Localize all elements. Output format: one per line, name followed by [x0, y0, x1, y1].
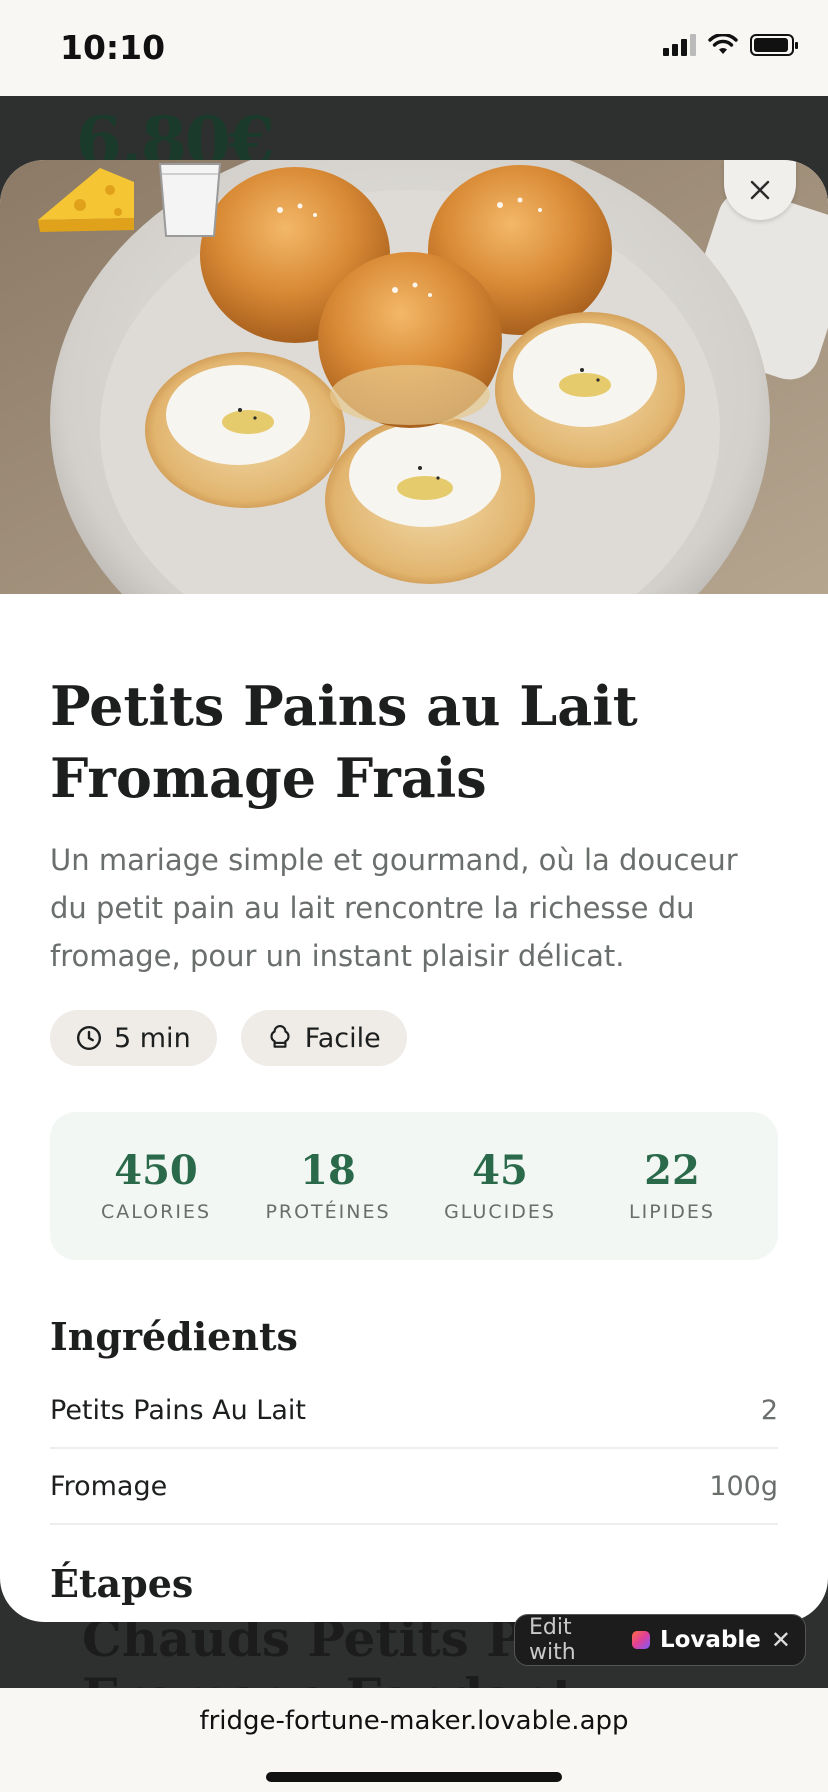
- ingredient-quantity: 2: [760, 1394, 778, 1426]
- recipe-description: Un mariage simple et gourmand, où la dou…: [50, 843, 738, 973]
- difficulty-badge: Facile: [240, 1010, 407, 1066]
- milk-glass-icon: [158, 163, 222, 237]
- browser-url-bar[interactable]: fridge-fortune-maker.lovable.app: [0, 1688, 828, 1792]
- lovable-close-icon[interactable]: ✕: [771, 1626, 791, 1654]
- recipe-hero-image: [0, 160, 828, 594]
- steps-heading: Étapes: [50, 1561, 194, 1606]
- battery-icon: [750, 34, 798, 56]
- ingredient-quantity: 100g: [709, 1470, 778, 1502]
- nutrition-label: PROTÉINES: [265, 1201, 391, 1223]
- ingredient-row: Fromage 100g: [50, 1449, 778, 1525]
- ingredients-heading: Ingrédients: [50, 1314, 298, 1359]
- signal-icon: [663, 34, 696, 56]
- lovable-edit-label: Edit with: [529, 1615, 576, 1665]
- nutrition-proteins: 18 PROTÉINES: [248, 1147, 408, 1224]
- nutrition-label: GLUCIDES: [444, 1201, 556, 1223]
- ingredient-row: Petits Pains Au Lait 2: [50, 1373, 778, 1449]
- lovable-brand: Lovable: [659, 1627, 761, 1653]
- ingredient-name: Fromage: [50, 1470, 168, 1502]
- chef-hat-icon: [270, 1025, 290, 1048]
- nutrition-value: 22: [644, 1147, 700, 1194]
- time-label: 5 min: [114, 1022, 191, 1054]
- recipe-content: Petits Pains au Lait Fromage Frais Un ma…: [50, 670, 778, 1606]
- close-icon: [750, 180, 770, 200]
- status-time: 10:10: [60, 28, 166, 67]
- clock-icon: [76, 1025, 102, 1051]
- ingredient-name: Petits Pains Au Lait: [50, 1394, 306, 1426]
- nutrition-value: 18: [300, 1147, 356, 1194]
- recipe-badges: 5 min Facile: [50, 1010, 778, 1066]
- difficulty-label: Facile: [304, 1022, 381, 1054]
- status-icons: [663, 34, 798, 56]
- nutrition-panel: 450 CALORIES 18 PROTÉINES 45 GLUCIDES 22…: [50, 1112, 778, 1260]
- status-bar: 10:10: [0, 0, 828, 96]
- url-text[interactable]: fridge-fortune-maker.lovable.app: [0, 1706, 828, 1736]
- home-indicator[interactable]: [266, 1772, 562, 1782]
- nutrition-value: 45: [472, 1147, 528, 1194]
- recipe-modal: Petits Pains au Lait Fromage Frais Un ma…: [0, 160, 828, 1622]
- nutrition-fats: 22 LIPIDES: [592, 1147, 752, 1224]
- nutrition-label: CALORIES: [101, 1201, 211, 1223]
- time-badge: 5 min: [50, 1010, 217, 1066]
- wifi-icon: [708, 34, 738, 54]
- nutrition-value: 450: [114, 1147, 198, 1194]
- ingredients-list: Petits Pains Au Lait 2 Fromage 100g: [50, 1373, 778, 1525]
- nutrition-carbs: 45 GLUCIDES: [420, 1147, 580, 1224]
- recipe-title: Petits Pains au Lait Fromage Frais: [50, 674, 638, 810]
- nutrition-label: LIPIDES: [629, 1201, 715, 1223]
- lovable-edit-badge[interactable]: Edit with Lovable ✕: [514, 1614, 806, 1666]
- lovable-logo-icon: [632, 1631, 650, 1649]
- nutrition-calories: 450 CALORIES: [76, 1147, 236, 1224]
